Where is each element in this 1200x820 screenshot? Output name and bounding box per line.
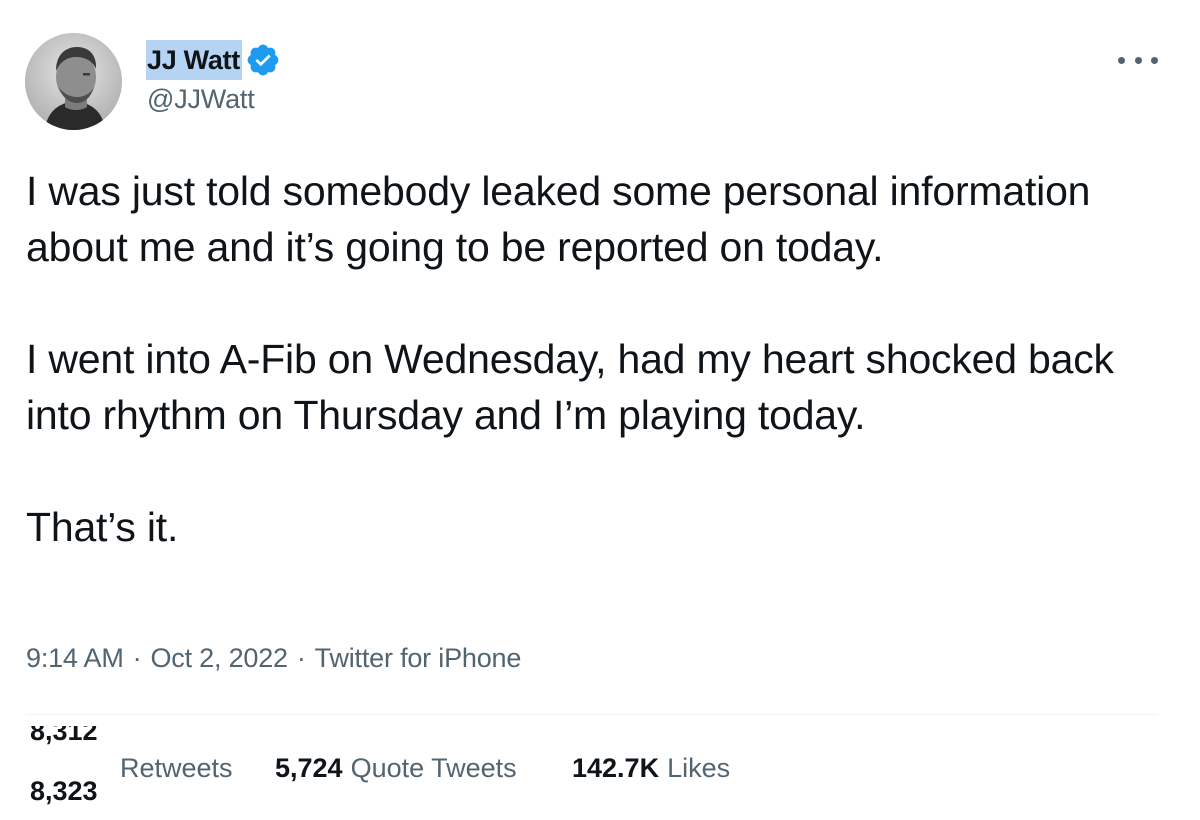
retweets-label: Retweets — [120, 752, 233, 783]
retweets-count-old: 8,312 — [30, 726, 98, 746]
likes-label: Likes — [667, 752, 731, 783]
author-name-row[interactable]: JJ Watt — [146, 40, 281, 80]
tweet-paragraph: That’s it. — [26, 504, 179, 550]
retweets-stat[interactable]: 8,312 8,323 Retweets — [26, 726, 233, 810]
likes-count: 142.7K — [572, 752, 660, 783]
display-name[interactable]: JJ Watt — [146, 40, 242, 80]
tweet-source[interactable]: Twitter for iPhone — [315, 643, 522, 674]
engagement-stats: 8,312 8,323 Retweets 5,724 Quote Tweets … — [26, 726, 1158, 810]
avatar[interactable] — [25, 33, 122, 130]
tweet-time[interactable]: 9:14 AM — [26, 643, 124, 674]
meta-separator: · — [132, 643, 142, 673]
retweets-count-rolling: 8,312 8,323 — [26, 726, 116, 810]
quote-tweets-stat[interactable]: 5,724 Quote Tweets — [275, 726, 517, 810]
likes-stat[interactable]: 142.7K Likes — [572, 726, 730, 810]
meta-separator: · — [296, 643, 306, 673]
avatar-image — [25, 33, 122, 130]
divider — [26, 714, 1158, 715]
more-dot — [1151, 56, 1158, 64]
tweet-card: JJ Watt @JJWatt I was just told somebody… — [0, 0, 1200, 820]
quote-tweets-label: Quote Tweets — [350, 752, 517, 783]
more-dot — [1134, 56, 1142, 64]
more-options-icon[interactable] — [1118, 48, 1158, 72]
quote-tweets-count: 5,724 — [275, 752, 343, 783]
author-handle[interactable]: @JJWatt — [147, 84, 255, 115]
tweet-date[interactable]: Oct 2, 2022 — [150, 643, 288, 674]
verified-badge-icon — [247, 44, 279, 76]
tweet-paragraph: I was just told somebody leaked some per… — [26, 168, 1091, 270]
tweet-text: I was just told somebody leaked some per… — [26, 163, 1176, 555]
more-dot — [1118, 56, 1125, 64]
tweet-metadata: 9:14 AM · Oct 2, 2022 · Twitter for iPho… — [26, 643, 521, 674]
tweet-paragraph: I went into A-Fib on Wednesday, had my h… — [26, 336, 1114, 438]
retweets-count-new: 8,323 — [30, 776, 98, 806]
